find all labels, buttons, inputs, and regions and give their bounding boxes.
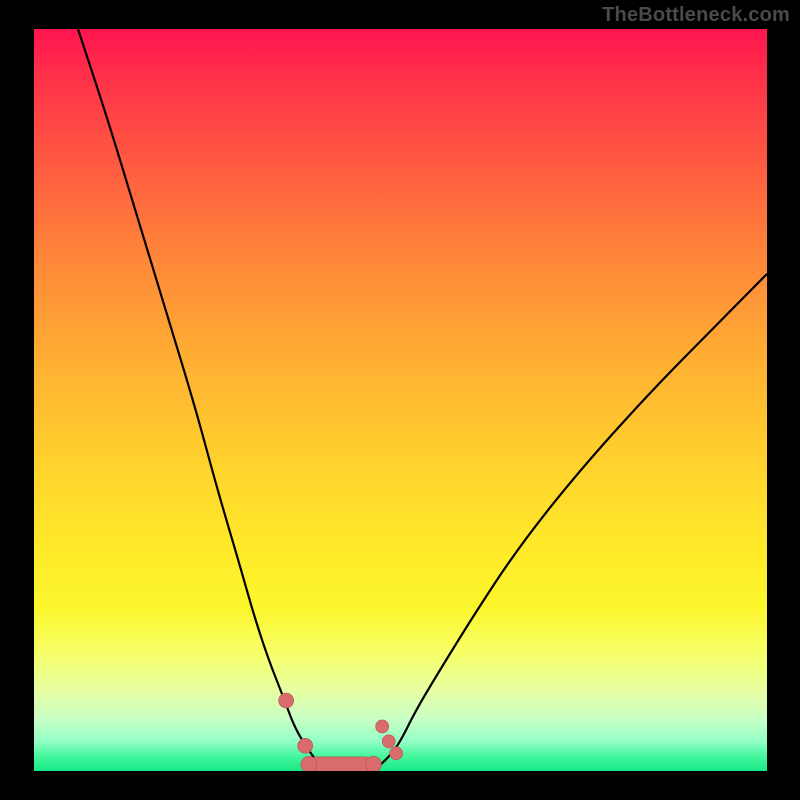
marker-dot — [279, 693, 294, 708]
chart-svg — [34, 29, 767, 771]
watermark-text: TheBottleneck.com — [602, 4, 790, 27]
marker-dot — [365, 756, 381, 771]
marker-dot — [382, 735, 395, 748]
marker-dot — [301, 756, 317, 771]
right-branch-curve — [379, 274, 767, 767]
marker-bar — [309, 757, 374, 771]
marker-dot — [298, 738, 313, 753]
left-branch-curve — [78, 29, 321, 767]
marker-dot — [390, 747, 403, 760]
marker-dot — [376, 720, 389, 733]
